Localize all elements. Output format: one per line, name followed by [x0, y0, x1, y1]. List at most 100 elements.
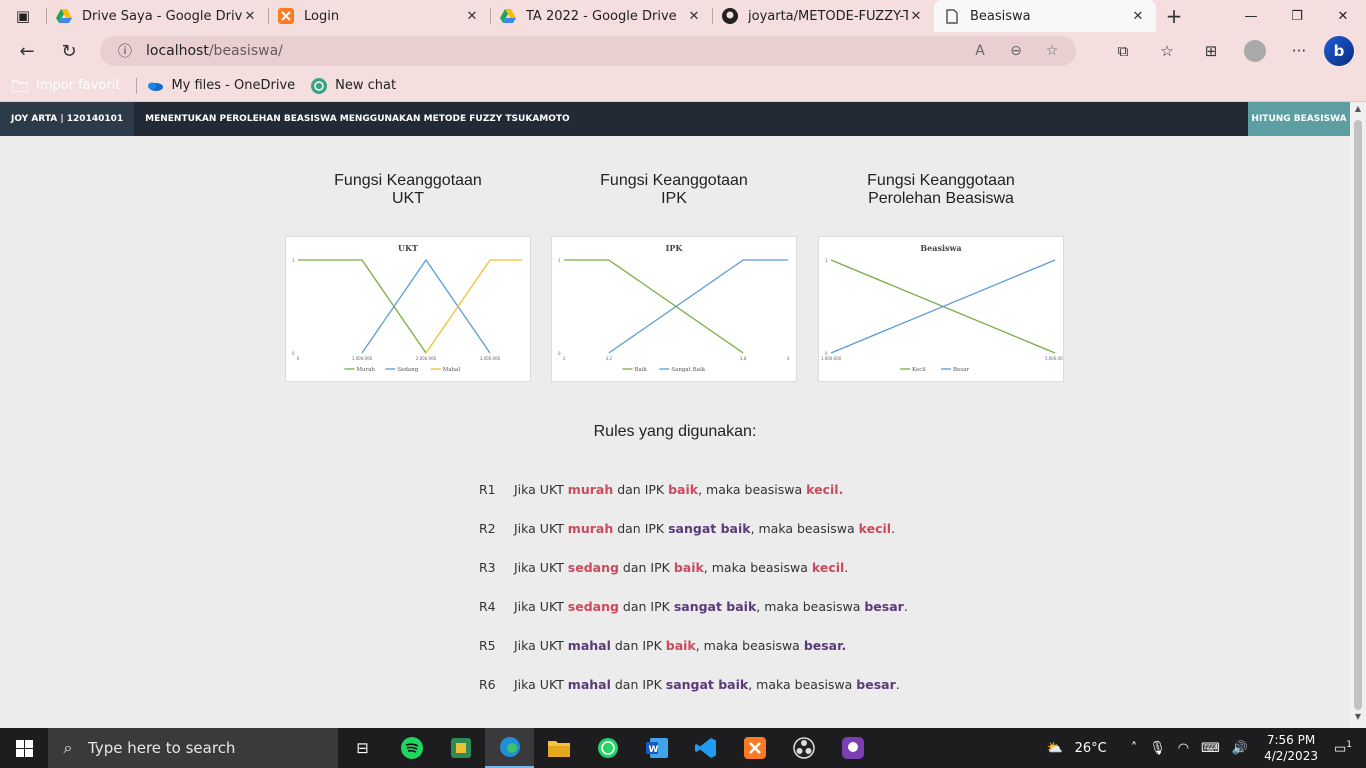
weather-icon[interactable]: ⛅	[1046, 741, 1062, 756]
rule-ipk-term: sangat baik	[668, 521, 751, 536]
spotify-icon[interactable]	[387, 728, 436, 768]
beasiswa-membership-chart: Beasiswa011.000.0005.000.000KecilBesar	[821, 243, 1063, 373]
close-tab-icon[interactable]: ✕	[908, 9, 924, 24]
legend-label: Sedang	[397, 367, 418, 373]
close-tab-icon[interactable]: ✕	[242, 9, 258, 24]
word-icon[interactable]: W	[632, 728, 681, 768]
bookmark-label: Impor favorit	[36, 78, 121, 93]
tab-ta-2022[interactable]: TA 2022 - Google Drive ✕	[490, 0, 712, 32]
y-tick-label: 0	[292, 351, 295, 356]
weather-temp[interactable]: 26°C	[1075, 741, 1107, 756]
x-tick-label: 1.000.000	[821, 356, 842, 361]
url-text[interactable]: localhost/beasiswa/	[146, 43, 968, 59]
close-tab-icon[interactable]: ✕	[1130, 9, 1146, 24]
tab-github-repo[interactable]: joyarta/METODE-FUZZY-TSUK ✕	[712, 0, 934, 32]
info-icon[interactable]: ⓘ	[108, 41, 142, 61]
bookmark-new-chat[interactable]: New chat	[311, 77, 397, 94]
scroll-up-icon[interactable]: ▲	[1350, 104, 1366, 118]
navbar-brand[interactable]: JOY ARTA | 120140101	[0, 102, 135, 136]
new-tab-button[interactable]: +	[1156, 4, 1192, 28]
close-window-icon[interactable]: ✕	[1320, 0, 1366, 32]
chart-title: Beasiswa	[920, 243, 961, 253]
chatgpt-icon	[311, 77, 328, 94]
y-tick-label: 1	[825, 258, 828, 263]
rule-id: R6	[479, 677, 496, 692]
chart-heading-ipk: Fungsi Keanggotaan IPK	[551, 172, 797, 208]
input-method-icon[interactable]: ⌨	[1201, 741, 1220, 756]
close-tab-icon[interactable]: ✕	[464, 9, 480, 24]
onedrive-icon	[147, 78, 164, 94]
edge-browser-icon[interactable]	[485, 728, 534, 768]
xampp-icon	[278, 8, 294, 24]
chevron-up-icon[interactable]: ˄	[1131, 741, 1138, 756]
bing-copilot-icon[interactable]: b	[1324, 36, 1354, 66]
rule-id: R5	[479, 638, 496, 653]
bookmark-onedrive[interactable]: My files - OneDrive	[147, 78, 295, 94]
close-tab-icon[interactable]: ✕	[686, 9, 702, 24]
obs-icon[interactable]	[779, 728, 828, 768]
tab-beasiswa[interactable]: Beasiswa ✕	[934, 0, 1156, 32]
task-view-icon[interactable]: ⊟	[338, 728, 387, 768]
tab-drive-saya[interactable]: Drive Saya - Google Drive ✕	[46, 0, 268, 32]
scrollbar-thumb[interactable]	[1354, 120, 1362, 710]
rule-ipk-term: sangat baik	[673, 599, 757, 614]
profile-avatar[interactable]	[1244, 40, 1266, 62]
tab-login[interactable]: Login ✕	[268, 0, 490, 32]
url-path: /beasiswa/	[208, 43, 283, 59]
chart-heading-line1: Fungsi Keanggotaan	[600, 172, 748, 189]
back-arrow-icon[interactable]: ←	[6, 32, 48, 70]
favorites-icon[interactable]: ☆	[1148, 35, 1186, 67]
rule-row: R5 Jika UKT mahal dan IPK baik, maka beas…	[479, 638, 846, 653]
svg-text:W: W	[648, 745, 658, 755]
rule-text-part: .	[903, 599, 908, 614]
bookmark-label: My files - OneDrive	[171, 78, 296, 93]
chart-heading-line2: UKT	[392, 190, 424, 207]
zoom-icon[interactable]: ⊖	[1004, 43, 1028, 59]
bookmark-label: New chat	[335, 78, 397, 93]
minimize-icon[interactable]: —	[1228, 0, 1274, 32]
restore-icon[interactable]: ❐	[1274, 0, 1320, 32]
bookmark-import-favorites[interactable]: Impor favorit	[12, 78, 120, 94]
volume-icon[interactable]: 🔊	[1232, 741, 1248, 756]
extensions-icon[interactable]: ⧉	[1104, 35, 1142, 67]
rule-text-part: .	[895, 677, 900, 692]
camtasia-icon[interactable]	[436, 728, 485, 768]
xampp-icon[interactable]	[730, 728, 779, 768]
x-tick-label: 3	[563, 356, 566, 361]
collections-icon[interactable]: ⊞	[1192, 35, 1230, 67]
github-desktop-icon[interactable]	[828, 728, 877, 768]
github-icon	[722, 8, 738, 24]
more-menu-icon[interactable]: ···	[1280, 35, 1318, 67]
windows-start-icon[interactable]	[0, 728, 48, 768]
rule-ukt-term: murah	[567, 521, 614, 536]
clock[interactable]: 7:56 PM 4/2/2023	[1264, 732, 1318, 764]
taskbar-search-box[interactable]: ⌕ Type here to search	[48, 728, 338, 768]
chart-heading-line1: Fungsi Keanggotaan	[867, 172, 1015, 189]
whatsapp-icon[interactable]	[583, 728, 632, 768]
rule-row: R3 Jika UKT sedang dan IPK baik, maka bea…	[479, 560, 848, 575]
wifi-icon[interactable]: ◠	[1178, 741, 1189, 756]
series-line-baik	[564, 259, 744, 354]
microphone-icon[interactable]: 🎙	[1149, 741, 1166, 756]
navbar-title: MENENTUKAN PEROLEHAN BEASISWA MENGGUNAKA…	[145, 114, 570, 124]
address-bar[interactable]: ⓘ localhost/beasiswa/ A ⊖ ☆	[100, 36, 1076, 66]
notification-icon[interactable]: ▭1	[1334, 740, 1352, 756]
tab-actions-menu-icon[interactable]: ▣	[0, 0, 46, 32]
read-aloud-icon[interactable]: A	[968, 43, 992, 59]
page-scrollbar[interactable]: ▲ ▼	[1350, 102, 1366, 728]
add-favorite-icon[interactable]: ☆	[1040, 43, 1064, 59]
vscode-icon[interactable]	[681, 728, 730, 768]
refresh-icon[interactable]: ↻	[48, 32, 90, 70]
scroll-down-icon[interactable]: ▼	[1350, 712, 1366, 726]
hitung-beasiswa-button[interactable]: HITUNG BEASISWA	[1248, 102, 1350, 136]
y-tick-label: 1	[558, 258, 561, 263]
rule-row: R1 Jika UKT murah dan IPK baik, maka beas…	[479, 482, 843, 497]
rule-text-part: Jika UKT	[514, 599, 568, 614]
rule-text: Jika UKT mahal dan IPK sangat baik, maka…	[514, 677, 900, 692]
rule-output-term: kecil	[858, 521, 892, 536]
rule-output-term: besar	[856, 677, 896, 692]
rule-text: Jika UKT sedang dan IPK sangat baik, mak…	[514, 599, 908, 614]
rule-ukt-term: mahal	[567, 677, 611, 692]
site-navbar: JOY ARTA | 120140101 MENENTUKAN PEROLEHA…	[0, 102, 1350, 136]
file-explorer-icon[interactable]	[534, 728, 583, 768]
